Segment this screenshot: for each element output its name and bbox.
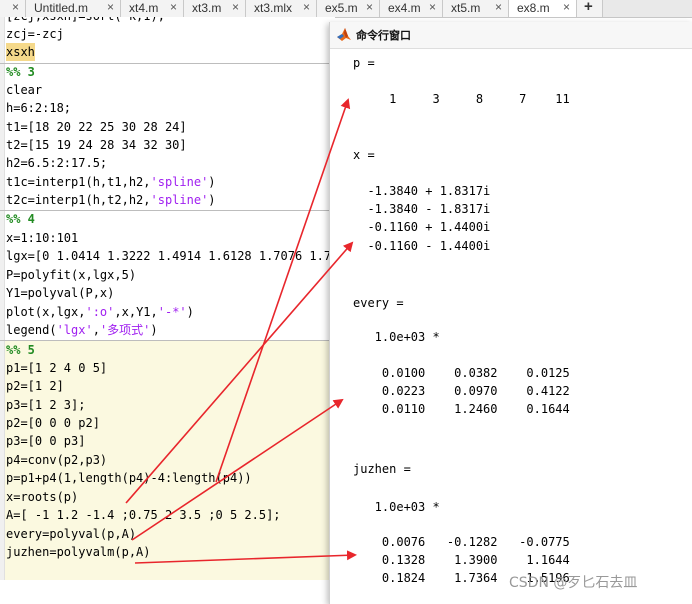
close-icon[interactable]: × bbox=[495, 0, 502, 14]
close-icon[interactable]: × bbox=[303, 0, 310, 14]
output-line: 1.0e+03 * bbox=[353, 500, 440, 514]
csdn-watermark: CSDN @歹匕石去皿 bbox=[509, 575, 638, 591]
code-line: juzhen=polyvalm(p,A) bbox=[6, 545, 151, 559]
tab-xt3[interactable]: xt3.m × bbox=[184, 0, 246, 17]
output-line: every = bbox=[353, 296, 404, 310]
add-tab-button[interactable]: + bbox=[577, 0, 603, 17]
plus-icon: + bbox=[584, 0, 593, 15]
tab-label: ex8.m bbox=[517, 1, 550, 15]
output-line: 0.0100 0.0382 0.0125 bbox=[353, 366, 570, 380]
tab-ex8[interactable]: ex8.m × bbox=[509, 0, 577, 17]
tab-ex5[interactable]: ex5.m × bbox=[317, 0, 380, 17]
tab-label: ex4.m bbox=[388, 1, 421, 15]
output-line: 0.0223 0.0970 0.4122 bbox=[353, 384, 570, 398]
tab-label: xt3.m bbox=[192, 1, 222, 15]
output-line: x = bbox=[353, 148, 375, 162]
output-line: 1.0e+03 * bbox=[353, 330, 440, 344]
output-line: juzhen = bbox=[353, 462, 411, 476]
output-line: 0.1328 1.3900 1.1644 bbox=[353, 553, 570, 567]
cell-title: %% 4 bbox=[6, 212, 35, 226]
close-icon[interactable]: × bbox=[429, 0, 436, 14]
code-line: p2=[0 0 0 p2] bbox=[6, 416, 100, 430]
close-icon[interactable]: × bbox=[563, 0, 570, 14]
tab-xt3-mlx[interactable]: xt3.mlx × bbox=[246, 0, 317, 17]
tab-label: xt3.mlx bbox=[254, 1, 293, 15]
tab-xt4[interactable]: xt4.m × bbox=[121, 0, 184, 17]
screenshot-root: × Untitled.m × xt4.m × xt3.m × xt3.mlx ×… bbox=[0, 0, 692, 604]
code-line: lgx=[0 1.0414 1.3222 1.4914 1.6128 1.707… bbox=[6, 249, 335, 263]
code-line: x=roots(p) bbox=[6, 490, 79, 504]
tab-label: Untitled.m bbox=[34, 1, 89, 15]
code-line: p2=[1 2] bbox=[6, 379, 64, 393]
tab-untitled[interactable]: Untitled.m × bbox=[26, 0, 121, 17]
tab-ex4[interactable]: ex4.m × bbox=[380, 0, 443, 17]
code-line: p1=[1 2 4 0 5] bbox=[6, 361, 108, 375]
code-line: t1=[18 20 22 25 30 28 24] bbox=[6, 120, 187, 134]
output-line: 0.0110 1.2460 0.1644 bbox=[353, 402, 570, 416]
close-icon[interactable]: × bbox=[12, 0, 19, 14]
output-line: 1 3 8 7 11 bbox=[353, 92, 570, 106]
code-line: p=p1+p4(1,length(p4)-4:length(p4)) bbox=[6, 471, 252, 485]
output-line: 0.0076 -0.1282 -0.0775 bbox=[353, 535, 570, 549]
code-line: t1c=interp1(h,t1,h2,'spline') bbox=[6, 175, 216, 189]
close-icon[interactable]: × bbox=[232, 0, 239, 14]
code-line: h=6:2:18; bbox=[6, 101, 72, 115]
code-line: t2c=interp1(h,t2,h2,'spline') bbox=[6, 193, 216, 207]
code-line: h2=6.5:2:17.5; bbox=[6, 156, 108, 170]
code-line: [zcj,xsxh]=sort(-k,1); bbox=[6, 17, 165, 25]
code-line: p4=conv(p2,p3) bbox=[6, 453, 108, 467]
code-line: every=polyval(p,A) bbox=[6, 527, 137, 541]
code-line: zcj=-zcj bbox=[6, 27, 64, 41]
command-output[interactable]: p = 1 3 8 7 11 x = -1.3840 + 1.8317i -1.… bbox=[330, 48, 692, 604]
code-line: xsxh bbox=[6, 43, 35, 61]
cell-title: %% 5 bbox=[6, 343, 35, 357]
code-line: x=1:10:101 bbox=[6, 231, 79, 245]
code-editor[interactable]: [zcj,xsxh]=sort(-k,1); zcj=-zcj xsxh %% … bbox=[0, 17, 335, 580]
close-icon[interactable]: × bbox=[366, 0, 373, 14]
editor-tab-bar: × Untitled.m × xt4.m × xt3.m × xt3.mlx ×… bbox=[0, 0, 692, 18]
tab-label: xt5.m bbox=[451, 1, 481, 15]
tab-partial[interactable]: × bbox=[0, 0, 26, 17]
code-line: p3=[0 0 p3] bbox=[6, 434, 86, 448]
command-window-header: 命令行窗口 bbox=[330, 22, 692, 49]
output-line: -0.1160 + 1.4400i bbox=[353, 220, 491, 234]
output-line: -1.3840 - 1.8317i bbox=[353, 202, 491, 216]
code-line: t2=[15 19 24 28 34 32 30] bbox=[6, 138, 187, 152]
code-line: p3=[1 2 3]; bbox=[6, 398, 86, 412]
tab-label: ex5.m bbox=[325, 1, 358, 15]
code-line: legend('lgx','多项式') bbox=[6, 323, 158, 337]
cell-title: %% 3 bbox=[6, 65, 35, 79]
output-line: -0.1160 - 1.4400i bbox=[353, 239, 491, 253]
matlab-logo-icon bbox=[337, 28, 351, 41]
cell-divider bbox=[0, 340, 335, 341]
close-icon[interactable]: × bbox=[170, 0, 177, 14]
close-icon[interactable]: × bbox=[107, 0, 114, 14]
code-line: Y1=polyval(P,x) bbox=[6, 286, 115, 300]
output-line: p = bbox=[353, 56, 375, 70]
output-line: -1.3840 + 1.8317i bbox=[353, 184, 491, 198]
command-window-title: 命令行窗口 bbox=[356, 29, 411, 42]
cell-divider bbox=[0, 63, 335, 64]
cell-divider bbox=[0, 210, 335, 211]
tab-label: xt4.m bbox=[129, 1, 159, 15]
code-line: A=[ -1 1.2 -1.4 ;0.75 2 3.5 ;0 5 2.5]; bbox=[6, 508, 281, 522]
tab-xt5[interactable]: xt5.m × bbox=[443, 0, 509, 17]
code-line: clear bbox=[6, 83, 43, 97]
command-window[interactable]: 命令行窗口 p = 1 3 8 7 11 x = -1.3840 + 1.831… bbox=[329, 22, 692, 604]
code-line: plot(x,lgx,':o',x,Y1,'-*') bbox=[6, 305, 194, 319]
code-line: P=polyfit(x,lgx,5) bbox=[6, 268, 137, 282]
